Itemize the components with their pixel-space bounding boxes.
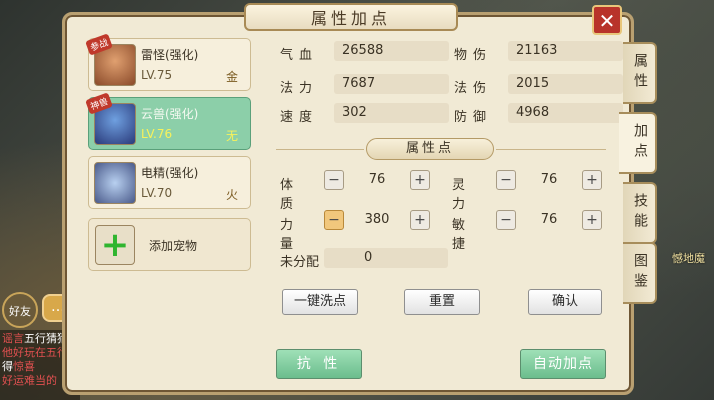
plus-icon: + [95, 225, 135, 265]
stat-value: 2015 [508, 74, 623, 94]
divider-line [496, 149, 606, 150]
attr-value: 76 [368, 172, 386, 187]
minus-button[interactable]: − [324, 170, 344, 190]
stat-value: 26588 [334, 41, 449, 61]
tab-attributes[interactable]: 属性 [623, 42, 657, 104]
close-icon: ✕ [598, 9, 616, 33]
pet-item[interactable]: 神兽 云兽(强化) LV.76 无 [85, 92, 251, 150]
close-button[interactable]: ✕ [592, 5, 622, 35]
add-pet-label: 添加宠物 [149, 239, 198, 253]
unassigned-label: 未分配 [280, 255, 320, 270]
pet-level: LV.75 [141, 68, 173, 82]
plus-button[interactable]: + [410, 170, 430, 190]
confirm-button[interactable]: 确认 [528, 289, 602, 315]
constitution-stepper: − 76 + [324, 170, 430, 192]
panel-title: 属性加点 [244, 3, 458, 31]
pet-name: 雷怪(强化) [141, 48, 199, 62]
resistance-button[interactable]: 抗 性 [276, 349, 362, 379]
tab-codex[interactable]: 图鉴 [623, 242, 657, 304]
pet-level: LV.76 [141, 127, 173, 141]
points-section-title: 属性点 [366, 138, 494, 160]
plus-button[interactable]: + [582, 170, 602, 190]
spirit-stepper: − 76 + [496, 170, 602, 192]
pet-item[interactable]: 参战 雷怪(强化) LV.75 金 [85, 33, 251, 91]
attribute-content: 气血 26588 物伤 21163 法力 7687 法伤 2015 速度 302 防御 49… [266, 38, 623, 388]
divider-line [276, 149, 364, 150]
tab-skills[interactable]: 技能 [623, 182, 657, 244]
attr-value: 380 [364, 212, 390, 227]
stat-value: 7687 [334, 74, 449, 94]
stat-value: 302 [334, 103, 449, 123]
attr-value: 76 [540, 212, 558, 227]
minus-button[interactable]: − [324, 210, 344, 230]
reset-button[interactable]: 重置 [404, 289, 480, 315]
pet-element: 金 [225, 70, 238, 84]
plus-button[interactable]: + [410, 210, 430, 230]
minus-button[interactable]: − [496, 170, 516, 190]
auto-assign-button[interactable]: 自动加点 [520, 349, 606, 379]
pet-element: 无 [225, 129, 238, 143]
minus-button[interactable]: − [496, 210, 516, 230]
stat-value: 4968 [508, 103, 623, 123]
plus-button[interactable]: + [582, 210, 602, 230]
add-pet-button[interactable]: + 添加宠物 [88, 218, 251, 271]
pet-level: LV.70 [141, 186, 173, 200]
stat-value: 21163 [508, 41, 623, 61]
tab-add-points[interactable]: 加点 [619, 112, 657, 174]
reset-all-button[interactable]: 一键洗点 [282, 289, 358, 315]
pet-name: 云兽(强化) [141, 107, 199, 121]
attr-value: 76 [540, 172, 558, 187]
strength-stepper: − 380 + [324, 210, 430, 232]
unassigned-value: 0 [324, 248, 448, 268]
pet-element: 火 [225, 188, 238, 202]
unassigned-points: 未分配 0 [280, 248, 448, 270]
friend-button[interactable]: 好友 [2, 292, 38, 328]
agility-stepper: − 76 + [496, 210, 602, 232]
scene-npc-label: 憾地魔 [672, 252, 705, 265]
pet-item[interactable]: 电精(强化) LV.70 火 [88, 156, 251, 209]
friend-label: 好友 [9, 305, 31, 318]
pet-portrait [94, 162, 136, 204]
pet-name: 电精(强化) [141, 166, 199, 180]
